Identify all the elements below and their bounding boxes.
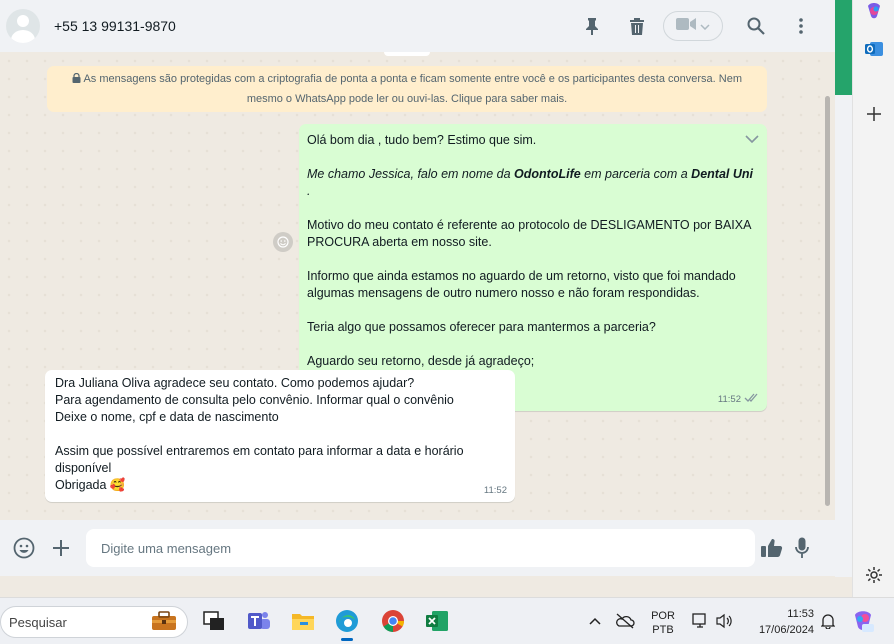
encryption-notice[interactable]: As mensagens são protegidas com a cripto… (47, 66, 767, 112)
notification-bell-icon[interactable] (815, 608, 841, 634)
message-time: 11:52 (717, 394, 741, 405)
message-meta: 11:52 (718, 391, 759, 408)
message-paragraph: Teria algo que possamos oferecer para ma… (307, 320, 656, 334)
search-icon[interactable] (744, 14, 768, 38)
file-explorer-icon[interactable] (290, 608, 316, 634)
copilot-preview-icon[interactable] (850, 608, 876, 634)
pin-icon[interactable] (580, 14, 604, 38)
chat-scrollbar[interactable] (825, 96, 830, 506)
settings-icon[interactable] (863, 564, 885, 586)
edge-browser-icon[interactable] (334, 608, 360, 641)
add-icon[interactable] (863, 103, 885, 125)
message-line: Assim que possível entraremos em contato… (55, 444, 464, 475)
app-frame-accent (835, 0, 852, 95)
chevron-down-icon[interactable] (745, 131, 759, 148)
windows-taskbar: Pesquisar POR PTB 11:53 17/06/2024 (0, 597, 894, 644)
video-icon (676, 17, 696, 36)
double-check-icon (744, 391, 759, 408)
message-time: 11:52 (483, 485, 507, 496)
taskbar-search[interactable]: Pesquisar (0, 606, 188, 638)
language-bottom: PTB (652, 624, 674, 636)
copilot-icon[interactable] (863, 0, 885, 22)
language-indicator[interactable]: POR PTB (645, 609, 681, 637)
composer (0, 520, 835, 576)
message-paragraph: Me chamo Jessica, falo em nome da Odonto… (307, 167, 753, 198)
emoji-icon[interactable] (12, 536, 36, 560)
teams-icon[interactable] (246, 608, 272, 634)
message-paragraph: Olá bom dia , tudo bem? Estimo que sim. (307, 133, 537, 147)
chat-header: +55 13 99131-9870 (0, 0, 835, 52)
clock-date: 17/06/2024 (758, 624, 814, 636)
video-call-button[interactable] (663, 11, 723, 41)
browser-sidebar (852, 0, 894, 597)
task-view-icon[interactable] (201, 608, 227, 634)
chrome-icon[interactable] (380, 608, 406, 634)
message-paragraph: Informo que ainda estamos no aguardo de … (307, 269, 736, 300)
chevron-down-icon (700, 17, 710, 35)
avatar[interactable] (6, 9, 40, 43)
menu-icon[interactable] (789, 14, 813, 38)
excel-icon[interactable] (424, 608, 450, 634)
message-paragraph: Aguardo seu retorno, desde já agradeço; (307, 354, 535, 368)
onedrive-offline-icon[interactable] (612, 608, 638, 634)
message-line: Para agendamento de consulta pelo convên… (55, 393, 454, 407)
emoji-react-icon[interactable] (273, 232, 293, 252)
chat-panel[interactable]: As mensagens são protegidas com a cripto… (0, 52, 835, 520)
outgoing-message[interactable]: Olá bom dia , tudo bem? Estimo que sim. … (299, 124, 767, 411)
incoming-message[interactable]: Dra Juliana Oliva agradece seu contato. … (45, 370, 515, 502)
encryption-notice-text: As mensagens são protegidas com a cripto… (83, 73, 742, 105)
message-input[interactable] (86, 529, 755, 567)
trash-icon[interactable] (625, 14, 649, 38)
microphone-icon[interactable] (790, 536, 814, 560)
message-line: Obrigada 🥰 (55, 478, 126, 492)
taskbar-search-label: Pesquisar (9, 614, 67, 630)
clock-time: 11:53 (787, 608, 814, 620)
volume-icon[interactable] (711, 608, 737, 634)
message-meta: 11:52 (484, 482, 507, 499)
app-frame-edge (835, 95, 852, 577)
message-paragraph: Motivo do meu contato é referente ao pro… (307, 218, 751, 249)
outlook-icon[interactable] (863, 38, 885, 60)
smiling-hearts-emoji-icon: 🥰 (109, 478, 126, 492)
language-top: POR (651, 610, 675, 622)
header-actions (559, 11, 813, 41)
date-chip (384, 52, 430, 56)
system-clock[interactable]: 11:53 17/06/2024 (748, 606, 814, 638)
toolbox-icon (151, 610, 177, 634)
chevron-up-icon[interactable] (582, 608, 608, 634)
plus-icon[interactable] (49, 536, 73, 560)
thumbs-up-icon[interactable] (760, 536, 784, 560)
message-line: Dra Juliana Oliva agradece seu contato. … (55, 376, 415, 390)
lock-icon (72, 71, 81, 90)
contact-name[interactable]: +55 13 99131-9870 (54, 18, 176, 34)
message-line: Deixe o nome, cpf e data de nascimento (55, 410, 279, 424)
